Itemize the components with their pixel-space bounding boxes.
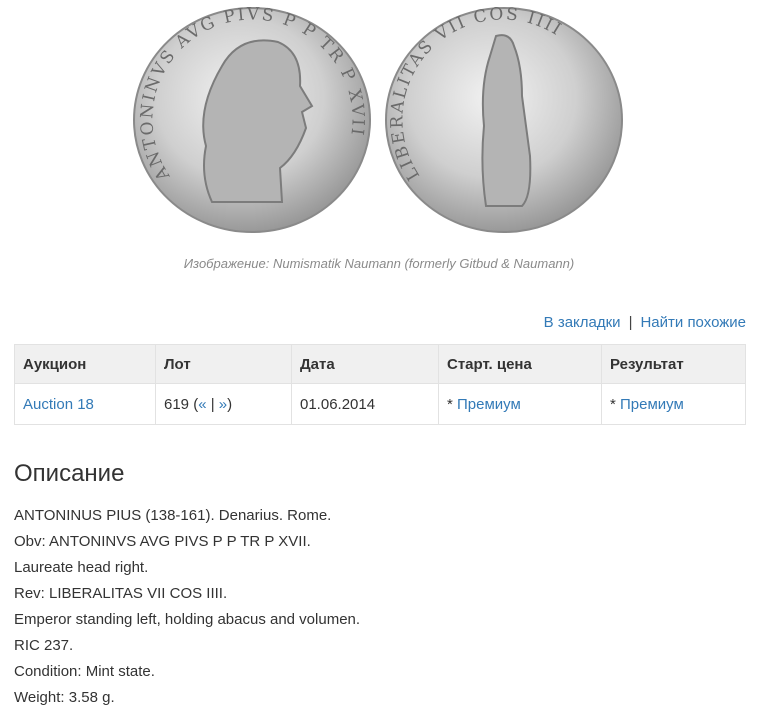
image-caption: Изображение: Numismatik Naumann (formerl… xyxy=(183,256,575,271)
column-date: Дата xyxy=(291,344,439,384)
date-cell: 01.06.2014 xyxy=(291,383,439,425)
coin-reverse: LIBERALITAS VII COS IIII xyxy=(385,6,623,233)
lot-paren-close: ) xyxy=(227,395,233,413)
description-title: Описание xyxy=(14,460,125,487)
lot-cell: 619 (« | ») xyxy=(155,383,292,425)
description-text: ANTONINUS PIUS (138-161). Denarius. Rome… xyxy=(14,505,360,713)
coin-images[interactable]: ANTONINVS AVG PIVS P P TR P XVII LIBERAL… xyxy=(130,6,630,240)
description-line: ANTONINUS PIUS (138-161). Denarius. Rome… xyxy=(14,507,332,524)
column-result: Результат xyxy=(601,344,746,384)
description-line: Obv: ANTONINVS AVG PIVS P P TR P XVII. xyxy=(14,533,311,550)
auction-link[interactable]: Auction 18 xyxy=(23,396,94,413)
lot-table: Аукцион Лот Дата Старт. цена Результат A… xyxy=(14,344,746,425)
previous-lot-link[interactable]: « xyxy=(198,396,206,413)
lot-number: 619 xyxy=(164,395,190,413)
result-cell: * Премиум xyxy=(601,383,746,425)
start-price-premium-link[interactable]: Премиум xyxy=(457,396,521,413)
description-line: Weight: 3.58 g. xyxy=(14,689,115,706)
start-price-prefix: * xyxy=(447,395,453,413)
bookmark-link[interactable]: В закладки xyxy=(544,314,621,331)
description-line: Emperor standing left, holding abacus an… xyxy=(14,611,361,628)
table-header-row: Аукцион Лот Дата Старт. цена Результат xyxy=(14,344,746,384)
lot-separator: | xyxy=(210,395,215,413)
table-row: Auction 18 619 (« | ») 01.06.2014 * Прем… xyxy=(14,383,746,425)
lot-actions: В закладки | Найти похожие xyxy=(544,314,746,331)
auction-cell: Auction 18 xyxy=(14,383,156,425)
start-price-cell: * Премиум xyxy=(438,383,602,425)
result-prefix: * xyxy=(610,395,616,413)
find-similar-link[interactable]: Найти похожие xyxy=(640,314,746,331)
column-auction: Аукцион xyxy=(14,344,156,384)
coin-obverse: ANTONINVS AVG PIVS P P TR P XVII xyxy=(133,6,371,233)
description-line: RIC 237. xyxy=(14,637,74,654)
result-premium-link[interactable]: Премиум xyxy=(620,396,684,413)
description-line: Laureate head right. xyxy=(14,559,149,576)
actions-separator: | xyxy=(628,314,633,331)
column-lot: Лот xyxy=(155,344,292,384)
next-lot-link[interactable]: » xyxy=(219,396,227,413)
description-line: Condition: Mint state. xyxy=(14,663,155,680)
description-line: Rev: LIBERALITAS VII COS IIII. xyxy=(14,585,228,602)
column-start-price: Старт. цена xyxy=(438,344,602,384)
